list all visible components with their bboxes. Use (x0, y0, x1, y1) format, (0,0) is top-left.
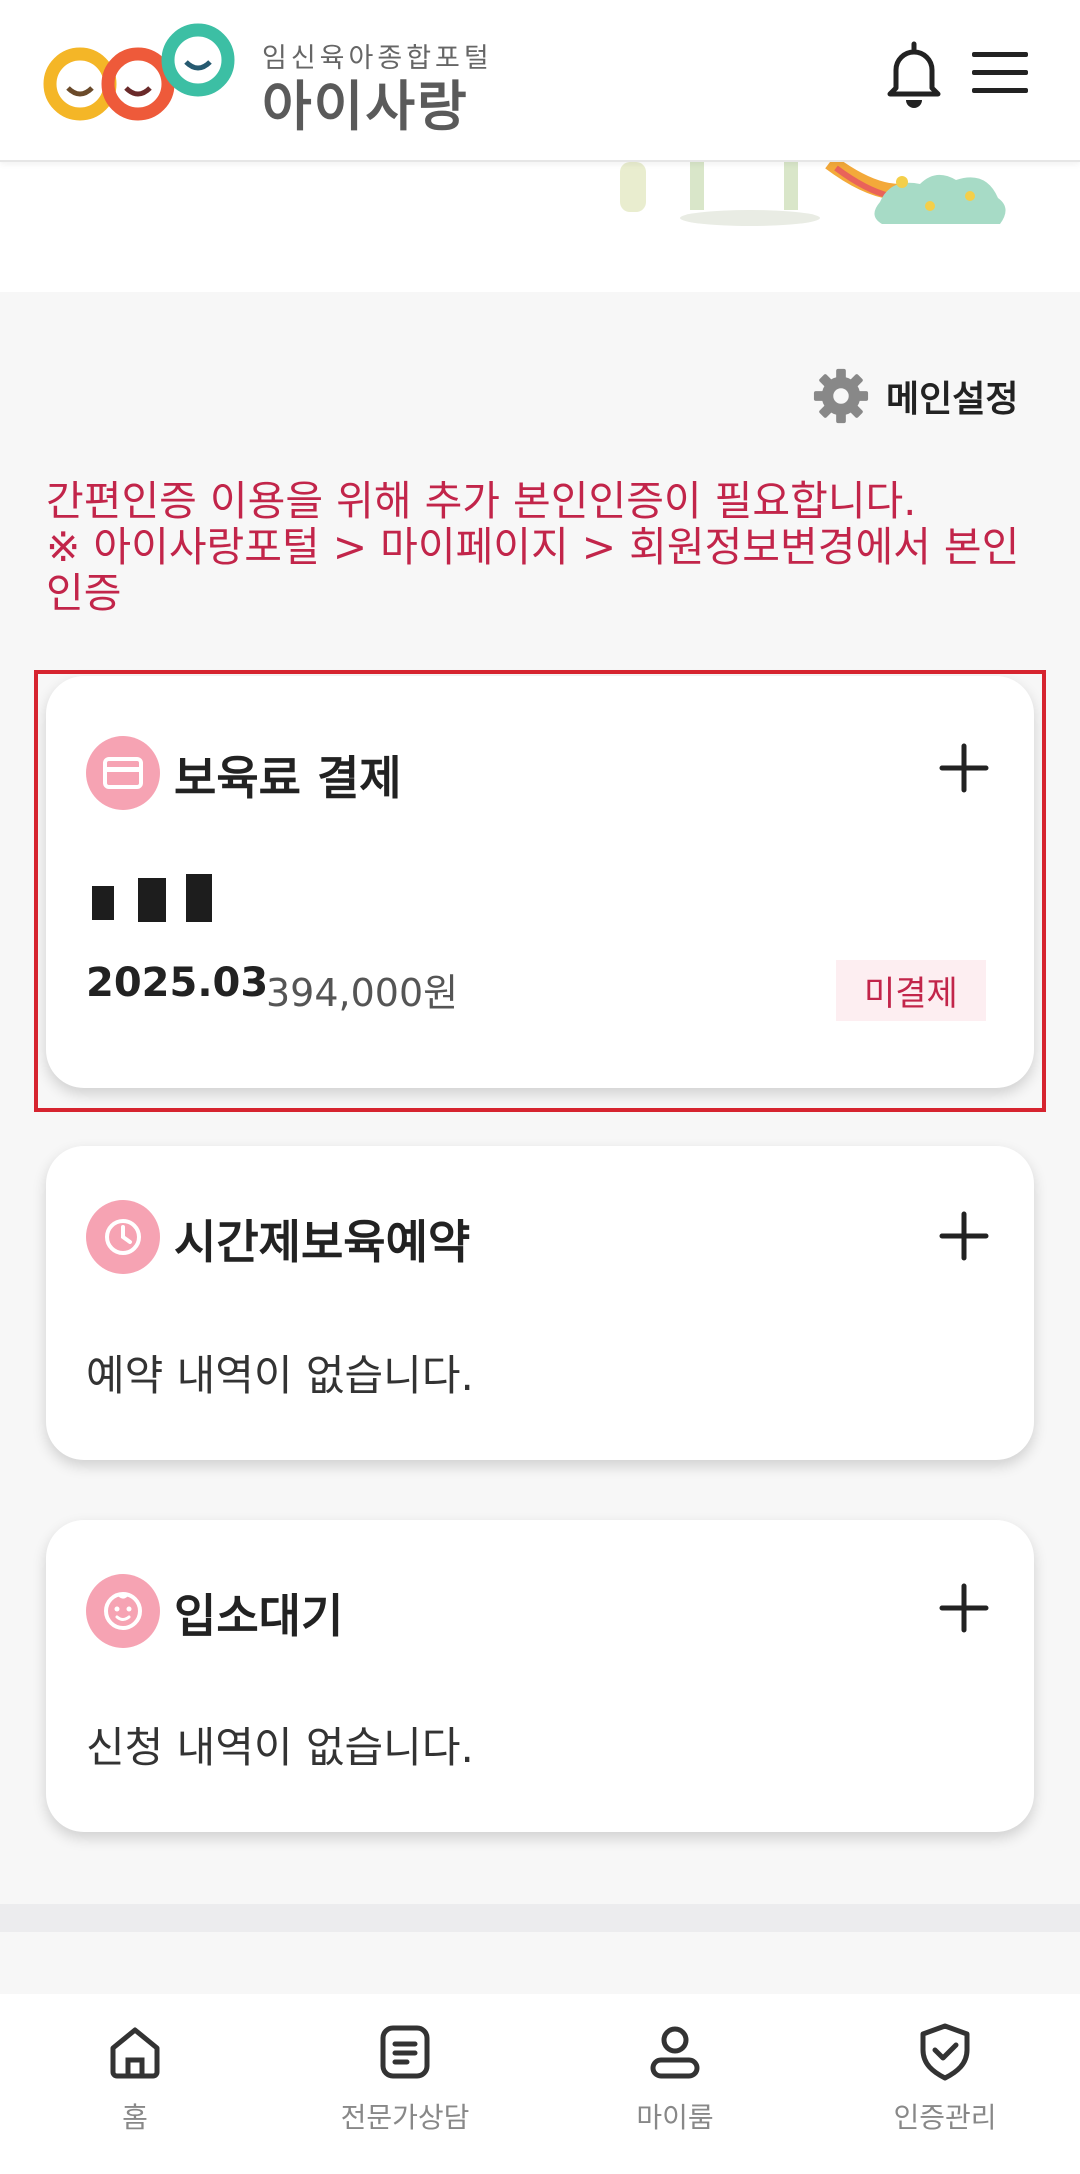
gear-icon (813, 368, 869, 424)
nav-label-home: 홈 (122, 2101, 148, 2134)
hamburger-menu-icon[interactable] (970, 50, 1030, 96)
section-divider (0, 1904, 1080, 1932)
nav-item-my-room[interactable]: 마이룸 (540, 1994, 810, 2174)
playground-illustration (620, 162, 1006, 226)
nav-item-expert-consult[interactable]: 전문가상담 (270, 1994, 540, 2174)
logo-name[interactable]: 아이사랑 (262, 62, 469, 141)
shield-check-icon (920, 2023, 970, 2081)
nav-label-auth-management: 인증관리 (893, 2101, 997, 2134)
app-header: 임신육아종합포털 아이사랑 (0, 0, 1080, 162)
card-title-admission: 입소대기 (174, 1589, 344, 1643)
empty-reservation-text: 예약 내역이 없습니다. (86, 1351, 474, 1400)
bell-icon[interactable] (884, 38, 944, 108)
footer-spacer (0, 1932, 1080, 1994)
plus-icon[interactable] (934, 1578, 994, 1638)
bottom-navigation: 홈 전문가상담 마이룸 인증관리 (0, 1994, 1080, 2174)
empty-application-text: 신청 내역이 없습니다. (86, 1723, 474, 1772)
baby-face-icon (86, 1574, 160, 1648)
payment-card-highlight (34, 670, 1046, 1112)
person-icon (650, 2026, 700, 2079)
home-icon (110, 2027, 160, 2079)
clock-icon (86, 1200, 160, 1274)
logo-mark-icon[interactable] (40, 22, 250, 132)
admission-waiting-card[interactable]: 입소대기 신청 내역이 없습니다. (46, 1520, 1034, 1832)
main-settings-button[interactable]: 메인설정 (812, 366, 1018, 426)
nav-item-auth-management[interactable]: 인증관리 (810, 1994, 1080, 2174)
main-settings-label: 메인설정 (886, 379, 1019, 420)
nav-item-home[interactable]: 홈 (0, 1994, 270, 2174)
plus-icon[interactable] (934, 1206, 994, 1266)
nav-label-expert-consult: 전문가상담 (340, 2101, 470, 2134)
verification-notice: 간편인증 이용을 위해 추가 본인인증이 필요합니다. ※ 아이사랑포털 > 마… (46, 478, 1036, 616)
hourly-care-reservation-card[interactable]: 시간제보육예약 예약 내역이 없습니다. (46, 1146, 1034, 1460)
notice-line-2: ※ 아이사랑포털 > 마이페이지 > 회원정보변경에서 본인인증 (46, 523, 1020, 617)
banner-illustration (0, 162, 1080, 292)
document-icon (380, 2025, 430, 2079)
notice-line-1: 간편인증 이용을 위해 추가 본인인증이 필요합니다. (46, 477, 917, 525)
nav-label-my-room: 마이룸 (636, 2101, 714, 2134)
card-title-hourly-care: 시간제보육예약 (174, 1215, 471, 1269)
